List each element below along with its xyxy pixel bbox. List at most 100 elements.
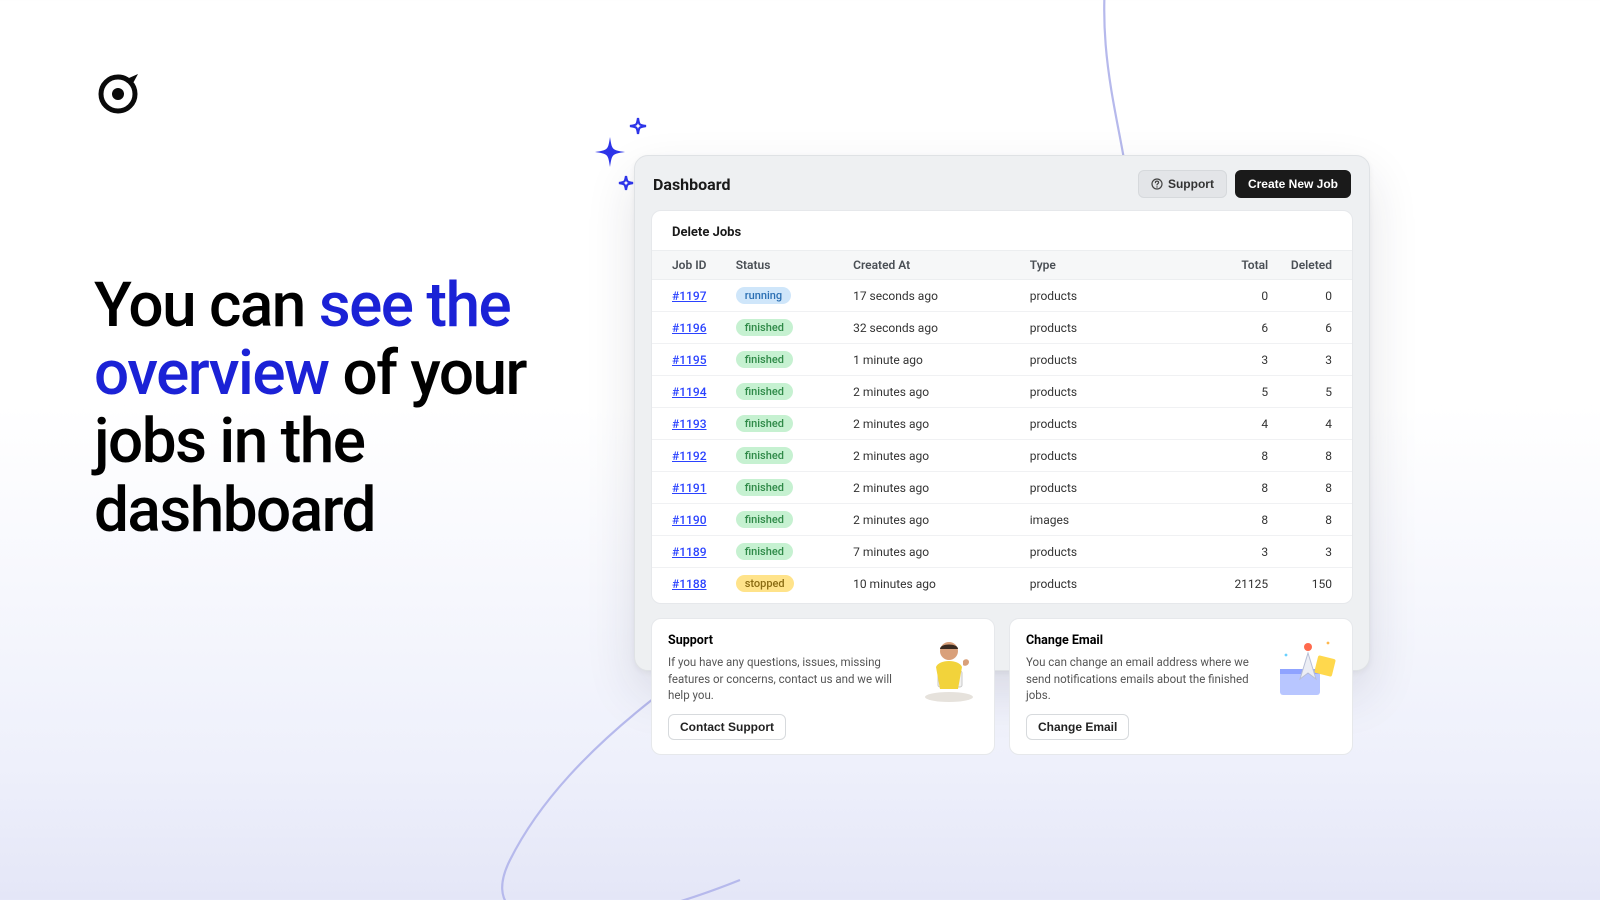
cell-total: 8 (1179, 504, 1268, 536)
cell-total: 4 (1179, 408, 1268, 440)
support-illustration (914, 633, 984, 703)
cell-deleted: 5 (1268, 376, 1352, 408)
status-badge: finished (736, 319, 793, 336)
cell-total: 3 (1179, 536, 1268, 568)
cell-total: 8 (1179, 440, 1268, 472)
job-id-link[interactable]: #1191 (672, 481, 707, 495)
email-illustration (1272, 633, 1342, 703)
cell-total: 5 (1179, 376, 1268, 408)
status-badge: running (736, 287, 791, 304)
table-row: #1192finished2 minutes agoproducts88 (652, 440, 1352, 472)
job-id-link[interactable]: #1192 (672, 449, 707, 463)
status-badge: finished (736, 447, 793, 464)
cell-created: 2 minutes ago (853, 376, 1030, 408)
cards-row: Support If you have any questions, issue… (635, 618, 1369, 771)
support-card: Support If you have any questions, issue… (651, 618, 995, 755)
cell-total: 3 (1179, 344, 1268, 376)
table-row: #1190finished2 minutes agoimages88 (652, 504, 1352, 536)
cell-deleted: 3 (1268, 536, 1352, 568)
cell-type: products (1030, 408, 1179, 440)
cell-created: 10 minutes ago (853, 568, 1030, 600)
status-badge: finished (736, 383, 793, 400)
support-card-body: If you have any questions, issues, missi… (668, 654, 898, 704)
cell-created: 17 seconds ago (853, 280, 1030, 312)
job-id-link[interactable]: #1196 (672, 321, 707, 335)
job-id-link[interactable]: #1194 (672, 385, 707, 399)
change-email-card: Change Email You can change an email add… (1009, 618, 1353, 755)
cell-type: products (1030, 376, 1179, 408)
cell-total: 8 (1179, 472, 1268, 504)
table-row: #1195finished1 minute agoproducts33 (652, 344, 1352, 376)
jobs-panel: Delete Jobs Job ID Status Created At Typ… (651, 210, 1353, 604)
job-id-link[interactable]: #1193 (672, 417, 707, 431)
change-email-label: Change Email (1038, 720, 1117, 734)
table-header-row: Job ID Status Created At Type Total Dele… (652, 251, 1352, 280)
page-headline: You can see the overview of your jobs in… (94, 272, 574, 545)
contact-support-button[interactable]: Contact Support (668, 714, 786, 740)
cell-deleted: 0 (1268, 280, 1352, 312)
job-id-link[interactable]: #1190 (672, 513, 707, 527)
status-badge: finished (736, 351, 793, 368)
brand-logo (94, 70, 142, 118)
col-created: Created At (853, 251, 1030, 280)
cell-type: products (1030, 344, 1179, 376)
jobs-table: Job ID Status Created At Type Total Dele… (652, 250, 1352, 599)
cell-created: 32 seconds ago (853, 312, 1030, 344)
change-email-card-body: You can change an email address where we… (1026, 654, 1256, 704)
status-badge: stopped (736, 575, 794, 592)
table-row: #1188stopped10 minutes agoproducts211251… (652, 568, 1352, 600)
window-actions: Support Create New Job (1138, 170, 1351, 198)
cell-total: 0 (1179, 280, 1268, 312)
cell-type: products (1030, 568, 1179, 600)
cell-deleted: 150 (1268, 568, 1352, 600)
col-status: Status (736, 251, 853, 280)
cell-created: 2 minutes ago (853, 440, 1030, 472)
window-header: Dashboard Support Create New Job (635, 156, 1369, 210)
cell-created: 2 minutes ago (853, 472, 1030, 504)
cell-deleted: 3 (1268, 344, 1352, 376)
cell-created: 2 minutes ago (853, 408, 1030, 440)
contact-support-label: Contact Support (680, 720, 774, 734)
status-badge: finished (736, 479, 793, 496)
cell-type: products (1030, 312, 1179, 344)
support-button-label: Support (1168, 177, 1214, 191)
col-job-id: Job ID (652, 251, 736, 280)
table-row: #1194finished2 minutes agoproducts55 (652, 376, 1352, 408)
table-row: #1193finished2 minutes agoproducts44 (652, 408, 1352, 440)
create-new-job-button[interactable]: Create New Job (1235, 170, 1351, 198)
support-button[interactable]: Support (1138, 170, 1227, 198)
cell-total: 6 (1179, 312, 1268, 344)
job-id-link[interactable]: #1195 (672, 353, 707, 367)
sparkle-icon (580, 112, 660, 202)
table-row: #1197running17 seconds agoproducts00 (652, 280, 1352, 312)
cell-deleted: 8 (1268, 504, 1352, 536)
job-id-link[interactable]: #1188 (672, 577, 707, 591)
cell-type: products (1030, 440, 1179, 472)
cell-deleted: 4 (1268, 408, 1352, 440)
cell-created: 7 minutes ago (853, 536, 1030, 568)
cell-type: products (1030, 472, 1179, 504)
col-type: Type (1030, 251, 1179, 280)
table-row: #1196finished32 seconds agoproducts66 (652, 312, 1352, 344)
help-icon (1151, 178, 1163, 190)
table-row: #1191finished2 minutes agoproducts88 (652, 472, 1352, 504)
status-badge: finished (736, 415, 793, 432)
cell-type: images (1030, 504, 1179, 536)
create-button-label: Create New Job (1248, 177, 1338, 191)
status-badge: finished (736, 511, 793, 528)
job-id-link[interactable]: #1189 (672, 545, 707, 559)
change-email-button[interactable]: Change Email (1026, 714, 1129, 740)
headline-pre: You can (94, 269, 319, 342)
cell-type: products (1030, 280, 1179, 312)
window-title: Dashboard (653, 175, 730, 194)
cell-type: products (1030, 536, 1179, 568)
table-row: #1189finished7 minutes agoproducts33 (652, 536, 1352, 568)
cell-deleted: 6 (1268, 312, 1352, 344)
col-total: Total (1179, 251, 1268, 280)
cell-deleted: 8 (1268, 440, 1352, 472)
cell-deleted: 8 (1268, 472, 1352, 504)
cell-created: 2 minutes ago (853, 504, 1030, 536)
job-id-link[interactable]: #1197 (672, 289, 707, 303)
jobs-panel-title: Delete Jobs (652, 225, 1352, 250)
dashboard-window: Dashboard Support Create New Job Delete … (634, 155, 1370, 671)
